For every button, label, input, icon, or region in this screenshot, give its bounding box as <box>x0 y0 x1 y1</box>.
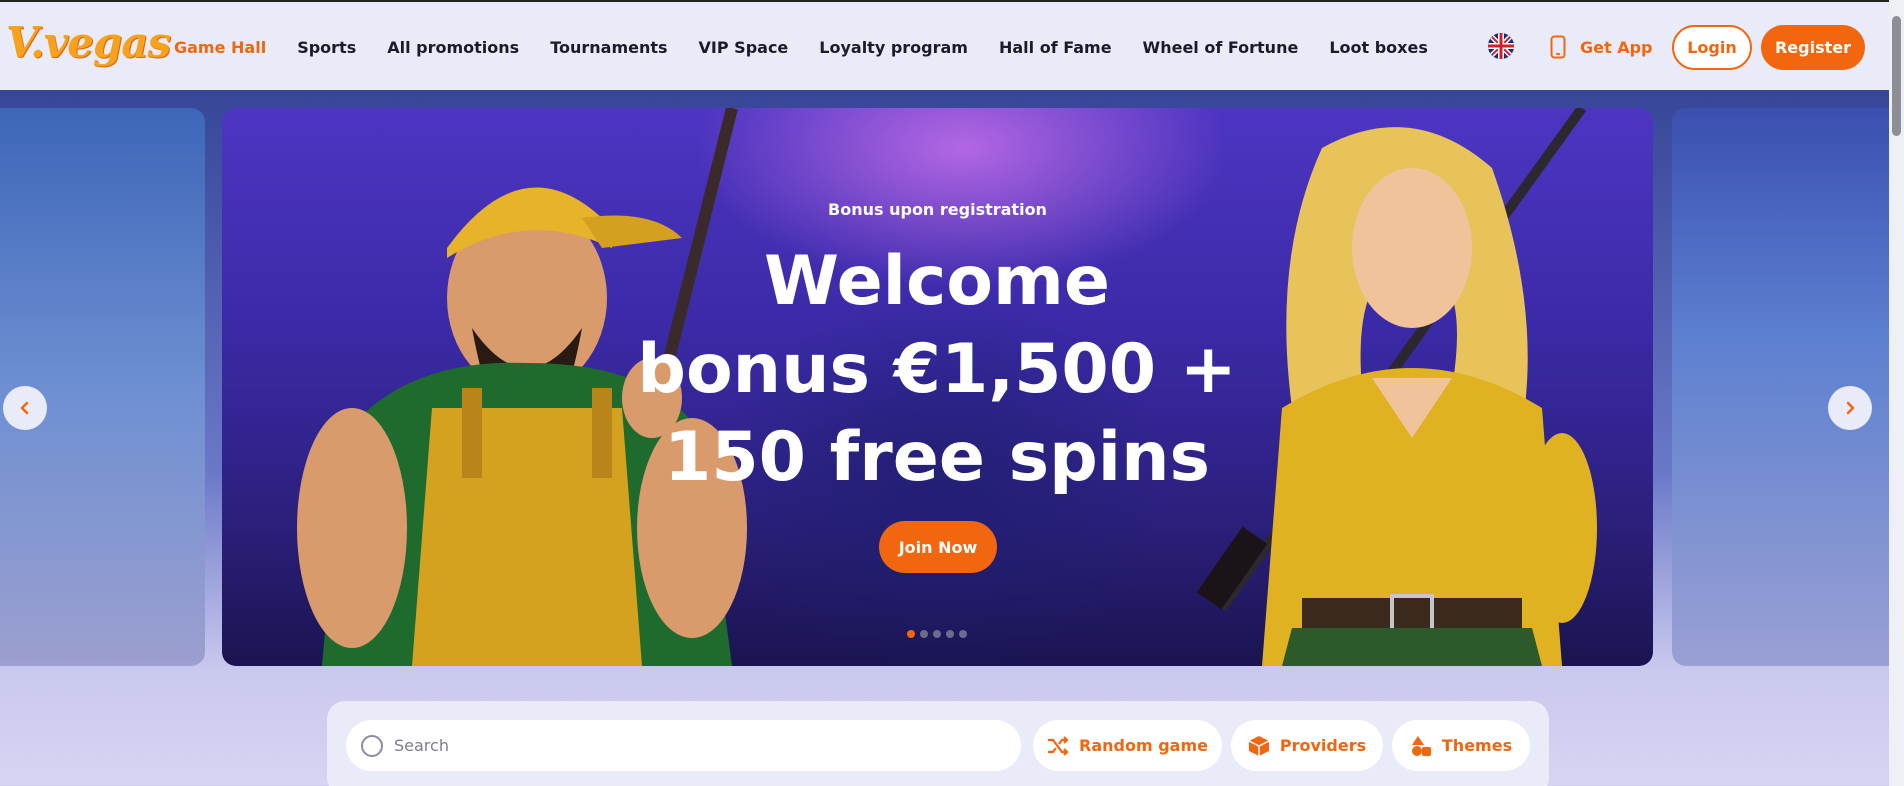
carousel-dot[interactable] <box>959 630 967 638</box>
join-now-button[interactable]: Join Now <box>879 521 997 573</box>
nav-item-wheel-of-fortune[interactable]: Wheel of Fortune <box>1143 38 1299 57</box>
get-app-link[interactable]: Get App <box>1550 32 1653 62</box>
scrollbar-thumb[interactable] <box>1892 16 1901 136</box>
get-app-label: Get App <box>1580 37 1653 57</box>
carousel-dot[interactable] <box>920 630 928 638</box>
carousel-dot[interactable] <box>933 630 941 638</box>
carousel-pagination <box>907 630 972 638</box>
top-header: V.vegas Game Hall Sports All promotions … <box>0 0 1889 90</box>
vvegas-logo[interactable]: V.vegas <box>6 18 171 67</box>
register-button[interactable]: Register <box>1761 25 1865 70</box>
shapes-icon <box>1411 735 1431 756</box>
cube-icon <box>1248 735 1270 756</box>
chevron-left-icon <box>20 401 29 415</box>
nav-item-tournaments[interactable]: Tournaments <box>550 38 667 57</box>
random-game-label: Random game <box>1079 736 1208 755</box>
nav-item-vip-space[interactable]: VIP Space <box>699 38 789 57</box>
nav-item-sports[interactable]: Sports <box>297 38 356 57</box>
nav-item-hall-of-fame[interactable]: Hall of Fame <box>999 38 1112 57</box>
nav-item-all-promotions[interactable]: All promotions <box>387 38 519 57</box>
themes-button[interactable]: Themes <box>1392 720 1530 771</box>
chevron-right-icon <box>1846 401 1855 415</box>
carousel-prev-button[interactable] <box>3 386 47 430</box>
providers-button[interactable]: Providers <box>1231 720 1383 771</box>
page-scrollbar[interactable] <box>1889 0 1904 786</box>
hero-banner: Bonus upon registration Welcome bonus €1… <box>222 108 1653 666</box>
nav-item-loyalty-program[interactable]: Loyalty program <box>819 38 968 57</box>
carousel-dot[interactable] <box>946 630 954 638</box>
uk-flag-icon[interactable] <box>1488 33 1514 59</box>
search-input[interactable] <box>394 736 994 755</box>
game-search-panel: Random game Providers Themes <box>327 701 1549 786</box>
search-icon <box>361 734 383 757</box>
main-nav: Game Hall Sports All promotions Tourname… <box>174 2 1459 92</box>
shuffle-icon <box>1048 735 1069 756</box>
carousel-next-button[interactable] <box>1828 386 1872 430</box>
themes-label: Themes <box>1441 736 1513 755</box>
carousel-dot[interactable] <box>907 630 915 638</box>
login-button[interactable]: Login <box>1672 25 1752 70</box>
phone-icon <box>1550 35 1566 59</box>
search-field[interactable] <box>346 720 1021 771</box>
hero-title: Welcome bonus €1,500 + 150 free spins <box>637 242 1237 497</box>
providers-label: Providers <box>1279 736 1367 755</box>
nav-item-loot-boxes[interactable]: Loot boxes <box>1329 38 1428 57</box>
hero-subtitle: Bonus upon registration <box>828 200 1047 219</box>
random-game-button[interactable]: Random game <box>1033 720 1222 771</box>
nav-item-game-hall[interactable]: Game Hall <box>174 38 266 57</box>
